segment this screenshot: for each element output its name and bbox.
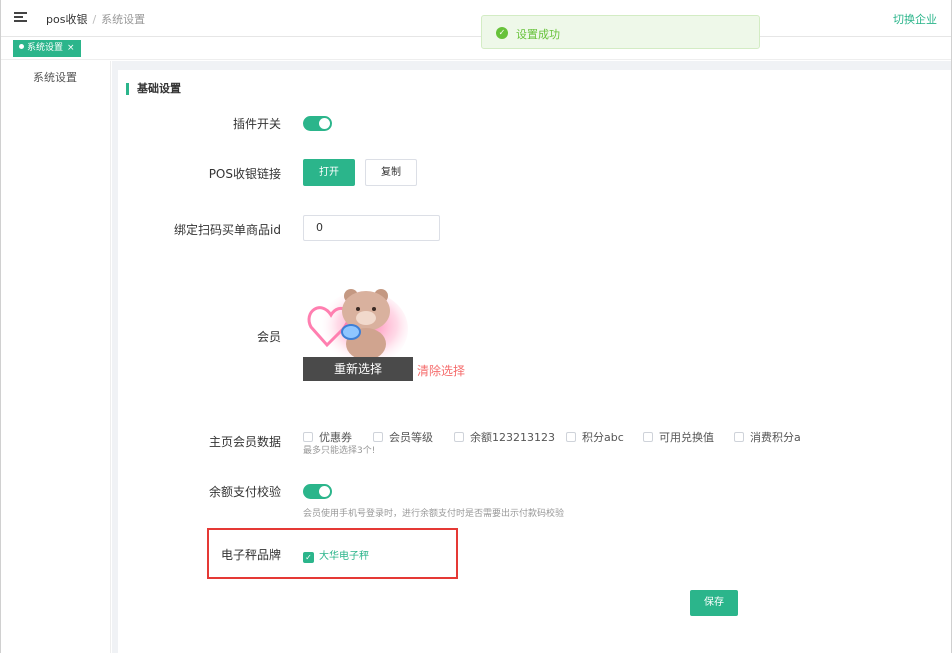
checkbox-member-level[interactable]: 会员等级 xyxy=(373,429,433,445)
home-member-data-label: 主页会员数据 xyxy=(208,435,281,449)
tab-label: 系统设置 xyxy=(27,43,64,53)
balance-verify-label: 余额支付校验 xyxy=(208,485,281,499)
checkbox-box-icon xyxy=(734,432,744,442)
checkbox-consume-points[interactable]: 消费积分a xyxy=(734,429,801,445)
close-icon[interactable]: × xyxy=(67,43,75,53)
checkbox-label: 会员等级 xyxy=(389,431,433,444)
save-button[interactable]: 保存 xyxy=(690,590,738,616)
tab-system-settings[interactable]: 系统设置 × xyxy=(13,40,81,57)
plugin-switch-toggle[interactable] xyxy=(303,116,332,131)
tab-bar: 系统设置 × xyxy=(1,38,951,60)
checkbox-dahua-scale[interactable]: ✓ 大华电子秤 xyxy=(303,547,369,563)
checkbox-label: 积分abc xyxy=(582,431,624,444)
checkbox-label: 可用兑换值 xyxy=(659,431,714,444)
max-select-hint: 最多只能选择3个! xyxy=(303,446,376,456)
checkbox-label: 大华电子秤 xyxy=(319,551,369,562)
balance-verify-hint: 会员使用手机号登录时，进行余额支付时是否需要出示付款码校验 xyxy=(303,509,565,519)
checkbox-balance[interactable]: 余额123213123 xyxy=(454,429,555,445)
section-title: 基础设置 xyxy=(126,83,181,95)
bind-goods-input[interactable]: 0 xyxy=(303,215,440,241)
sidebar-item-system-settings[interactable]: 系统设置 xyxy=(33,69,77,85)
success-toast: ✓ 设置成功 xyxy=(481,15,760,49)
top-header: pos收银 / 系统设置 切换企业 xyxy=(1,0,951,37)
checkbox-label: 消费积分a xyxy=(750,431,801,444)
toast-message: 设置成功 xyxy=(516,28,560,41)
breadcrumb: pos收银 / 系统设置 xyxy=(46,11,145,27)
breadcrumb-root[interactable]: pos收银 xyxy=(46,13,87,26)
pos-link-label: POS收银链接 xyxy=(208,167,281,181)
checkbox-box-icon xyxy=(303,432,313,442)
member-label: 会员 xyxy=(256,330,281,344)
active-dot-icon xyxy=(19,44,24,49)
menu-toggle-icon[interactable] xyxy=(14,12,27,23)
scale-brand-label: 电子秤品牌 xyxy=(220,548,281,562)
breadcrumb-current: 系统设置 xyxy=(101,13,146,26)
balance-verify-toggle[interactable] xyxy=(303,484,332,499)
bind-goods-label: 绑定扫码买单商品id xyxy=(174,223,281,237)
checkbox-points[interactable]: 积分abc xyxy=(566,429,624,445)
clear-selection-link[interactable]: 清除选择 xyxy=(417,362,465,379)
check-circle-icon: ✓ xyxy=(496,27,508,39)
checkbox-box-icon xyxy=(566,432,576,442)
copy-button[interactable]: 复制 xyxy=(365,159,417,186)
checkbox-exchange-value[interactable]: 可用兑换值 xyxy=(643,429,714,445)
settings-card: 基础设置 插件开关 POS收银链接 打开 复制 绑定扫码买单商品id 0 会员 xyxy=(118,70,951,653)
reselect-button[interactable]: 重新选择 xyxy=(303,357,413,381)
switch-enterprise-link[interactable]: 切换企业 xyxy=(893,11,937,27)
checkbox-box-icon xyxy=(643,432,653,442)
check-icon: ✓ xyxy=(303,552,314,563)
checkbox-box-icon xyxy=(373,432,383,442)
breadcrumb-separator: / xyxy=(92,13,97,26)
open-button[interactable]: 打开 xyxy=(303,159,355,186)
checkbox-box-icon xyxy=(454,432,464,442)
plugin-switch-label: 插件开关 xyxy=(232,117,281,131)
sidebar: 系统设置 xyxy=(1,61,111,653)
checkbox-label: 余额123213123 xyxy=(470,431,555,444)
